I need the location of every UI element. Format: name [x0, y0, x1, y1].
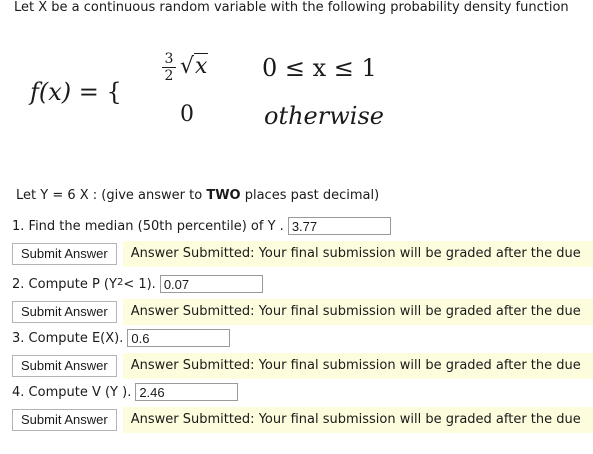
question-4: 4. Compute V (Y ). 2.46	[12, 383, 239, 401]
question-text: 4. Compute V (Y ).	[12, 384, 132, 400]
radicand: x	[194, 53, 209, 79]
formula-lhs: f(x) = {	[30, 78, 122, 106]
instruction-suffix: places past decimal)	[240, 188, 380, 203]
formula-brace: {	[106, 78, 122, 106]
instruction-text: Let Y = 6 X : (give answer to	[16, 188, 207, 203]
submit-row-2: Submit Answer Answer Submitted: Your fin…	[12, 299, 593, 325]
submitted-message: Answer Submitted: Your final submission …	[122, 407, 593, 433]
question-3: 3. Compute E(X). 0.6	[12, 329, 231, 347]
fraction-numerator: 3	[162, 52, 176, 68]
formula-zero: 0	[180, 102, 194, 127]
submit-row-4: Submit Answer Answer Submitted: Your fin…	[12, 407, 593, 433]
formula-sqrt: √x	[180, 53, 209, 79]
question-text: 3. Compute E(X).	[12, 330, 124, 346]
submit-row-1: Submit Answer Answer Submitted: Your fin…	[12, 241, 593, 267]
submit-answer-button[interactable]: Submit Answer	[12, 409, 117, 431]
question-text-suffix: < 1).	[123, 276, 156, 292]
question-text: 1. Find the median (50th percentile) of …	[12, 218, 284, 234]
submit-answer-button[interactable]: Submit Answer	[12, 243, 117, 265]
submitted-message: Answer Submitted: Your final submission …	[122, 299, 593, 325]
answer-input[interactable]: 3.77	[287, 217, 391, 235]
formula-condition-1: 0 ≤ x ≤ 1	[262, 54, 377, 82]
question-text: 2. Compute P (Y	[12, 276, 117, 292]
problem-intro: Let X be a continuous random variable wi…	[14, 0, 569, 15]
pdf-formula: f(x) = { 3 2 √x 0 ≤ x ≤ 1 0 otherwise	[30, 48, 450, 140]
submit-row-3: Submit Answer Answer Submitted: Your fin…	[12, 353, 593, 379]
question-2: 2. Compute P (Y 2 < 1). 0.07	[12, 275, 263, 293]
formula-equals: =	[78, 78, 99, 106]
submit-answer-button[interactable]: Submit Answer	[12, 355, 117, 377]
answer-input[interactable]: 2.46	[135, 383, 239, 401]
fraction-denominator: 2	[164, 68, 174, 84]
formula-fraction: 3 2	[162, 52, 176, 83]
submitted-message: Answer Submitted: Your final submission …	[122, 241, 593, 267]
formula-condition-2: otherwise	[264, 102, 384, 130]
instruction: Let Y = 6 X : (give answer to TWO places…	[16, 188, 379, 203]
answer-input[interactable]: 0.6	[127, 329, 231, 347]
answer-input[interactable]: 0.07	[159, 275, 263, 293]
submitted-message: Answer Submitted: Your final submission …	[122, 353, 593, 379]
submit-answer-button[interactable]: Submit Answer	[12, 301, 117, 323]
instruction-bold: TWO	[206, 188, 241, 203]
radical-sign: √	[180, 54, 195, 79]
question-superscript: 2	[116, 276, 124, 288]
formula-function: f(x)	[30, 78, 72, 106]
question-1: 1. Find the median (50th percentile) of …	[12, 217, 391, 235]
